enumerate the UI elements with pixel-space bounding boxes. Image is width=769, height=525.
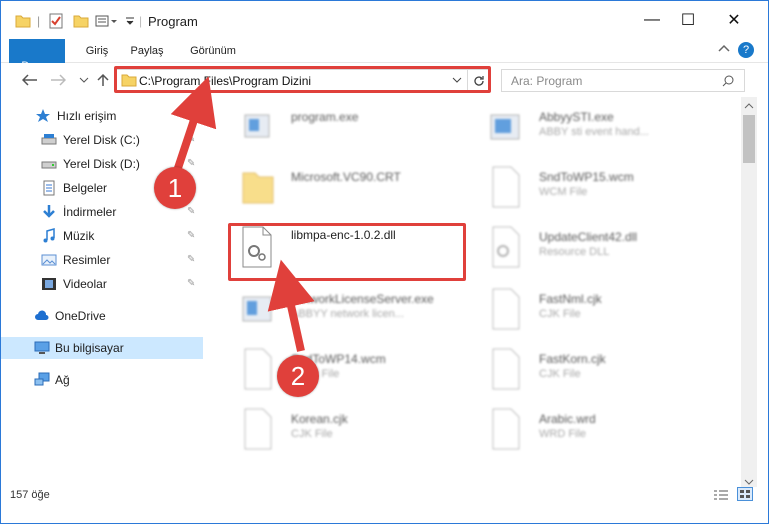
explorer-window: | | Program — ☐ ✕ Dosya Giriş Paylaş Gör… (0, 0, 769, 524)
arrow-1 (170, 76, 217, 173)
arrows-overlay (170, 76, 315, 352)
arrow-2 (267, 259, 315, 352)
step-marker-2: 2 (277, 355, 319, 397)
step-marker-1: 1 (154, 167, 196, 209)
